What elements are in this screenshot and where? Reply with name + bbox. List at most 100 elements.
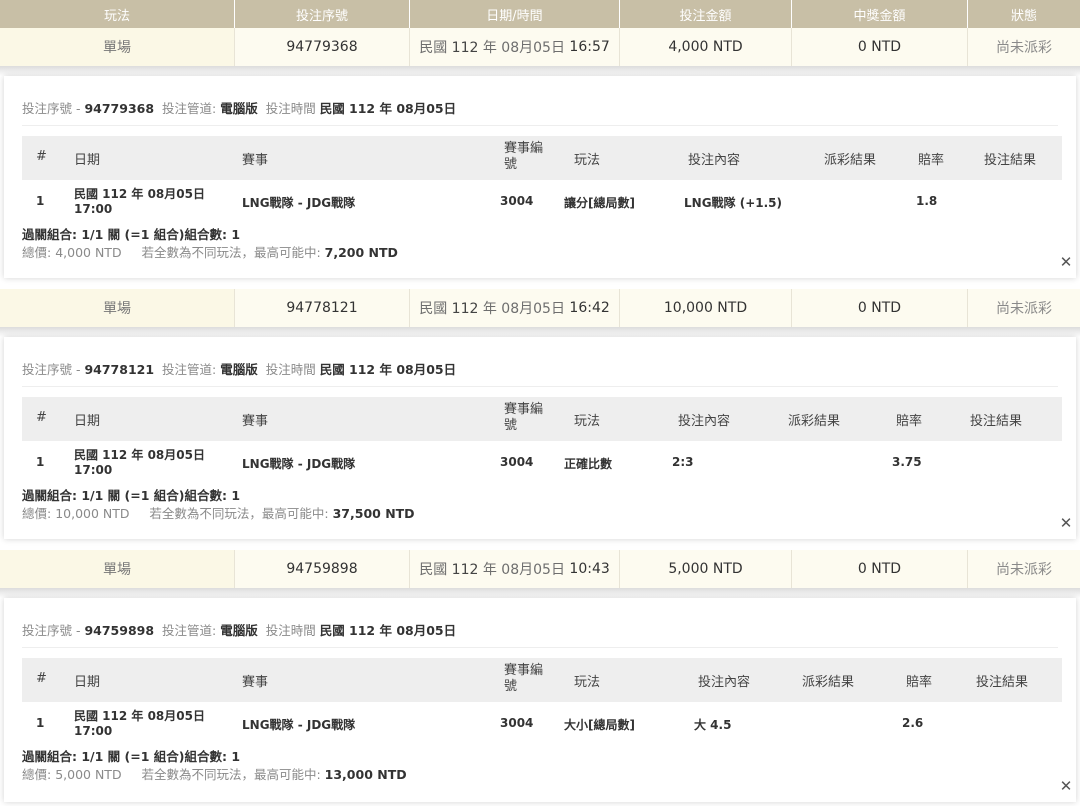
close-icon[interactable]: ✕ [1056, 252, 1076, 272]
total-info: 總價: 4,000 NTD 若全數為不同玩法，最高可能中: 7,200 NTD [22, 245, 398, 260]
bet-summary-row[interactable]: 單場 94759898 民國 112 年 08月05日 10:43 5,000 … [0, 550, 1080, 588]
bet-summary-row[interactable]: 單場 94778121 民國 112 年 08月05日 16:42 10,000… [0, 289, 1080, 327]
col-odds: 賠率 [896, 414, 923, 429]
summary-status: 尚未派彩 [996, 301, 1052, 317]
row-odds: 3.75 [892, 455, 922, 469]
summary-serial: 94778121 [235, 289, 410, 327]
col-match-no: 賽事編號 [504, 663, 544, 694]
bet-detail-panel: 投注序號 - 94778121 投注管道: 電腦版 投注時間 民國 112 年 … [4, 337, 1076, 539]
summary-bet-amount: 10,000 NTD [620, 289, 792, 327]
detail-table-header: # 日期 賽事 賽事編號 玩法 投注內容 派彩結果 賠率 投注結果 [22, 136, 1062, 180]
total-info: 總價: 10,000 NTD 若全數為不同玩法，最高可能中: 37,500 NT… [22, 506, 415, 521]
row-index: 1 [36, 194, 45, 208]
row-date-line2: 17:00 [74, 724, 113, 738]
col-play: 玩法 [574, 675, 601, 690]
col-index: # [36, 410, 47, 425]
col-match-no: 賽事編號 [504, 141, 544, 172]
col-match-no: 賽事編號 [504, 402, 544, 433]
col-content: 投注內容 [678, 414, 731, 429]
summary-status: 尚未派彩 [996, 40, 1052, 56]
col-result: 投注結果 [984, 153, 1037, 168]
divider [22, 647, 1058, 648]
bet-history-header: 玩法 投注序號 日期/時間 投注金額 中獎金額 狀態 [0, 0, 1080, 28]
detail-table-header: # 日期 賽事 賽事編號 玩法 投注內容 派彩結果 賠率 投注結果 [22, 658, 1062, 702]
row-match-no: 3004 [500, 194, 534, 208]
col-odds: 賠率 [918, 153, 945, 168]
summary-datetime: 民國 112 年 08月05日 16:42 [410, 289, 620, 327]
panel-shadow [0, 327, 1080, 337]
row-content: LNG戰隊 (+1.5) [684, 196, 782, 210]
row-content: 大 4.5 [694, 718, 732, 732]
row-play: 正確比數 [564, 457, 613, 471]
total-info: 總價: 5,000 NTD 若全數為不同玩法，最高可能中: 13,000 NTD [22, 767, 407, 782]
summary-bet-amount: 4,000 NTD [620, 28, 792, 66]
combo-info: 過關組合: 1/1 關 (=1 組合)組合數: 1 [22, 488, 241, 503]
summary-play-type: 單場 [0, 289, 235, 327]
col-date: 日期 [74, 414, 101, 429]
col-result: 投注結果 [970, 414, 1023, 429]
summary-win-amount: 0 NTD [792, 289, 968, 327]
bet-info-line: 投注序號 - 94778121 投注管道: 電腦版 投注時間 民國 112 年 … [22, 362, 457, 377]
col-play: 玩法 [574, 153, 601, 168]
row-match-no: 3004 [500, 716, 534, 730]
divider [22, 386, 1058, 387]
row-match: LNG戰隊 - JDG戰隊 [242, 196, 356, 210]
header-win-amount: 中獎金額 [792, 0, 968, 28]
summary-win-amount: 0 NTD [792, 28, 968, 66]
row-match: LNG戰隊 - JDG戰隊 [242, 457, 356, 471]
summary-datetime: 民國 112 年 08月05日 10:43 [410, 550, 620, 588]
row-index: 1 [36, 455, 45, 469]
bet-detail-panel: 投注序號 - 94759898 投注管道: 電腦版 投注時間 民國 112 年 … [4, 598, 1076, 802]
col-result: 投注結果 [976, 675, 1029, 690]
row-date-line2: 17:00 [74, 202, 113, 216]
bet-info-line: 投注序號 - 94779368 投注管道: 電腦版 投注時間 民國 112 年 … [22, 101, 457, 116]
col-index: # [36, 149, 47, 164]
col-odds: 賠率 [906, 675, 933, 690]
bet-info-line: 投注序號 - 94759898 投注管道: 電腦版 投注時間 民國 112 年 … [22, 623, 457, 638]
col-date: 日期 [74, 675, 101, 690]
summary-status: 尚未派彩 [996, 562, 1052, 578]
col-payout: 派彩結果 [802, 675, 855, 690]
header-play-type: 玩法 [0, 0, 235, 28]
summary-datetime: 民國 112 年 08月05日 16:57 [410, 28, 620, 66]
row-content: 2:3 [672, 455, 694, 469]
row-play: 大小[總局數] [564, 718, 635, 732]
header-serial: 投注序號 [235, 0, 410, 28]
col-match: 賽事 [242, 153, 269, 168]
summary-serial: 94779368 [235, 28, 410, 66]
summary-play-type: 單場 [0, 550, 235, 588]
col-play: 玩法 [574, 414, 601, 429]
row-date-line2: 17:00 [74, 463, 113, 477]
bet-summary-row[interactable]: 單場 94779368 民國 112 年 08月05日 16:57 4,000 … [0, 28, 1080, 66]
summary-play-type: 單場 [0, 28, 235, 66]
detail-table-header: # 日期 賽事 賽事編號 玩法 投注內容 派彩結果 賠率 投注結果 [22, 397, 1062, 441]
col-date: 日期 [74, 153, 101, 168]
header-bet-amount: 投注金額 [620, 0, 792, 28]
bet-detail-panel: 投注序號 - 94779368 投注管道: 電腦版 投注時間 民國 112 年 … [4, 76, 1076, 278]
row-match-no: 3004 [500, 455, 534, 469]
combo-info: 過關組合: 1/1 關 (=1 組合)組合數: 1 [22, 749, 241, 764]
col-payout: 派彩結果 [788, 414, 841, 429]
col-match: 賽事 [242, 675, 269, 690]
close-icon[interactable]: ✕ [1056, 776, 1076, 796]
col-index: # [36, 671, 47, 686]
row-odds: 2.6 [902, 716, 924, 730]
summary-bet-amount: 5,000 NTD [620, 550, 792, 588]
col-content: 投注內容 [688, 153, 741, 168]
row-date-line1: 民國 112 年 08月05日 [74, 709, 205, 723]
col-payout: 派彩結果 [824, 153, 877, 168]
summary-win-amount: 0 NTD [792, 550, 968, 588]
close-icon[interactable]: ✕ [1056, 513, 1076, 533]
combo-info: 過關組合: 1/1 關 (=1 組合)組合數: 1 [22, 227, 241, 242]
row-date-line1: 民國 112 年 08月05日 [74, 187, 205, 201]
col-content: 投注內容 [698, 675, 751, 690]
header-status: 狀態 [1010, 8, 1037, 24]
row-odds: 1.8 [916, 194, 938, 208]
row-match: LNG戰隊 - JDG戰隊 [242, 718, 356, 732]
row-index: 1 [36, 716, 45, 730]
header-datetime: 日期/時間 [410, 0, 620, 28]
row-date-line1: 民國 112 年 08月05日 [74, 448, 205, 462]
summary-serial: 94759898 [235, 550, 410, 588]
panel-shadow [0, 588, 1080, 598]
panel-shadow [0, 66, 1080, 76]
